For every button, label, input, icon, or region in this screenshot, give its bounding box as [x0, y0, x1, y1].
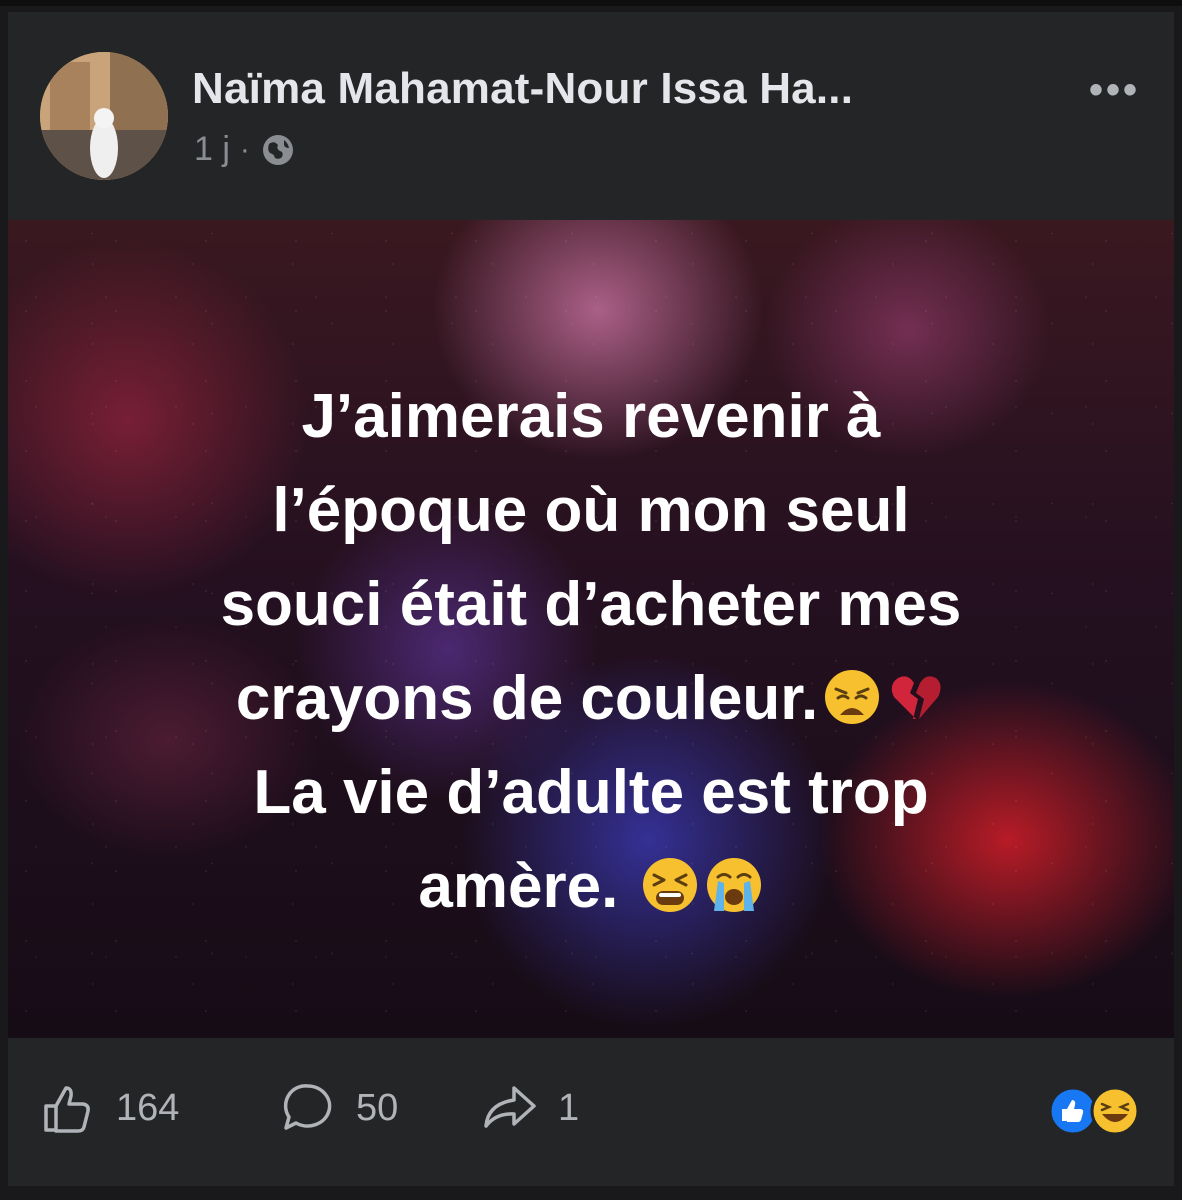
meta-separator: ·: [239, 132, 250, 166]
like-button[interactable]: 164: [38, 1078, 179, 1138]
share-count: 1: [558, 1086, 580, 1129]
post-time[interactable]: 1 j: [194, 130, 230, 169]
comment-button[interactable]: 50: [278, 1078, 398, 1138]
more-options-icon[interactable]: •••: [1089, 68, 1140, 113]
globe-icon: [262, 134, 293, 165]
author-name[interactable]: Naïma Mahamat-Nour Issa Ha...: [192, 64, 853, 114]
author-avatar[interactable]: [40, 52, 168, 180]
quote-line: J’aimerais revenir à: [301, 382, 881, 451]
weary-face-emoji: [825, 670, 880, 724]
quote-text: amère.: [418, 852, 619, 921]
quote-line: souci était d’acheter mes: [220, 570, 962, 639]
quote-line: l’époque où mon seul: [272, 476, 910, 545]
quote-line: La vie d’adulte est trop: [253, 758, 929, 827]
post-card: Naïma Mahamat-Nour Issa Ha... 1 j · ••• …: [8, 12, 1174, 1186]
like-icon: [44, 1086, 90, 1133]
comment-icon: [283, 1084, 332, 1130]
like-count: 164: [116, 1086, 180, 1129]
haha-reaction-icon: [1090, 1086, 1140, 1136]
quote-line: crayons de couleur.: [68, 652, 1114, 746]
post-actions-bar: 164 50 1: [8, 1052, 1174, 1172]
post-meta: 1 j ·: [194, 130, 296, 169]
comment-count: 50: [356, 1086, 399, 1129]
loudly-crying-face-emoji: [706, 858, 761, 912]
screen: Naïma Mahamat-Nour Issa Ha... 1 j · ••• …: [0, 0, 1182, 1200]
reactions-summary[interactable]: [1048, 1086, 1140, 1136]
share-button[interactable]: 1: [480, 1078, 579, 1138]
post-quote: J’aimerais revenir à l’époque où mon seu…: [68, 370, 1114, 934]
quote-text: crayons de couleur.: [235, 664, 819, 733]
tired-face-emoji: [642, 858, 697, 912]
quote-line: amère.: [68, 840, 1114, 934]
broken-heart-emoji: [891, 676, 941, 719]
post-image[interactable]: J’aimerais revenir à l’époque où mon seu…: [8, 220, 1174, 1038]
share-icon: [484, 1086, 536, 1128]
